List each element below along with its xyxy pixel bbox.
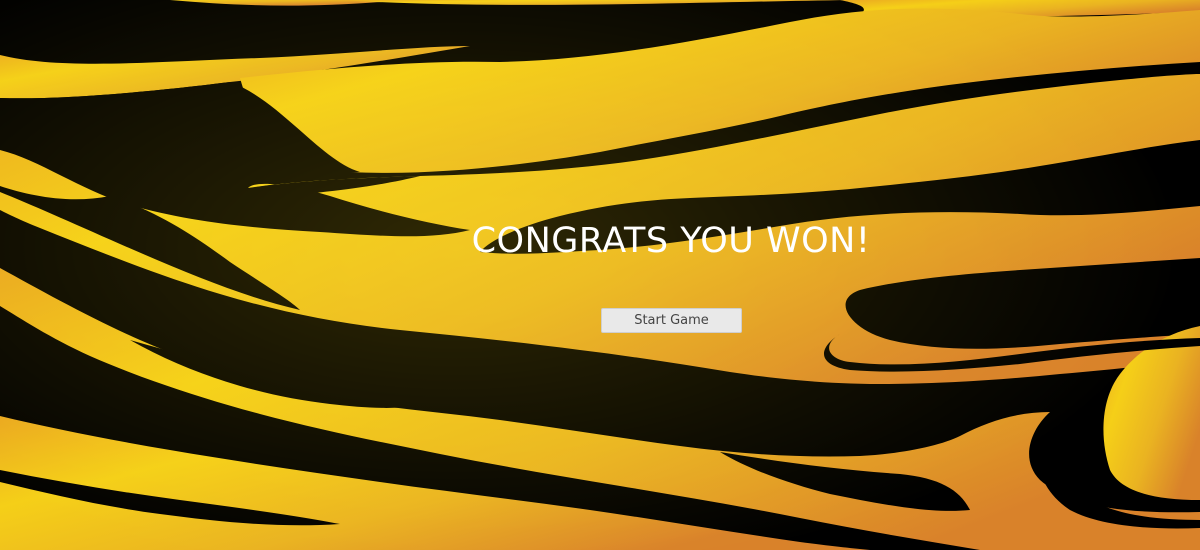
game-screen: CONGRATS YOU WON! Start Game bbox=[0, 0, 1200, 550]
start-game-button[interactable]: Start Game bbox=[601, 308, 742, 333]
tiger-stripe-background bbox=[0, 0, 1200, 550]
win-message-title: CONGRATS YOU WON! bbox=[471, 221, 871, 261]
